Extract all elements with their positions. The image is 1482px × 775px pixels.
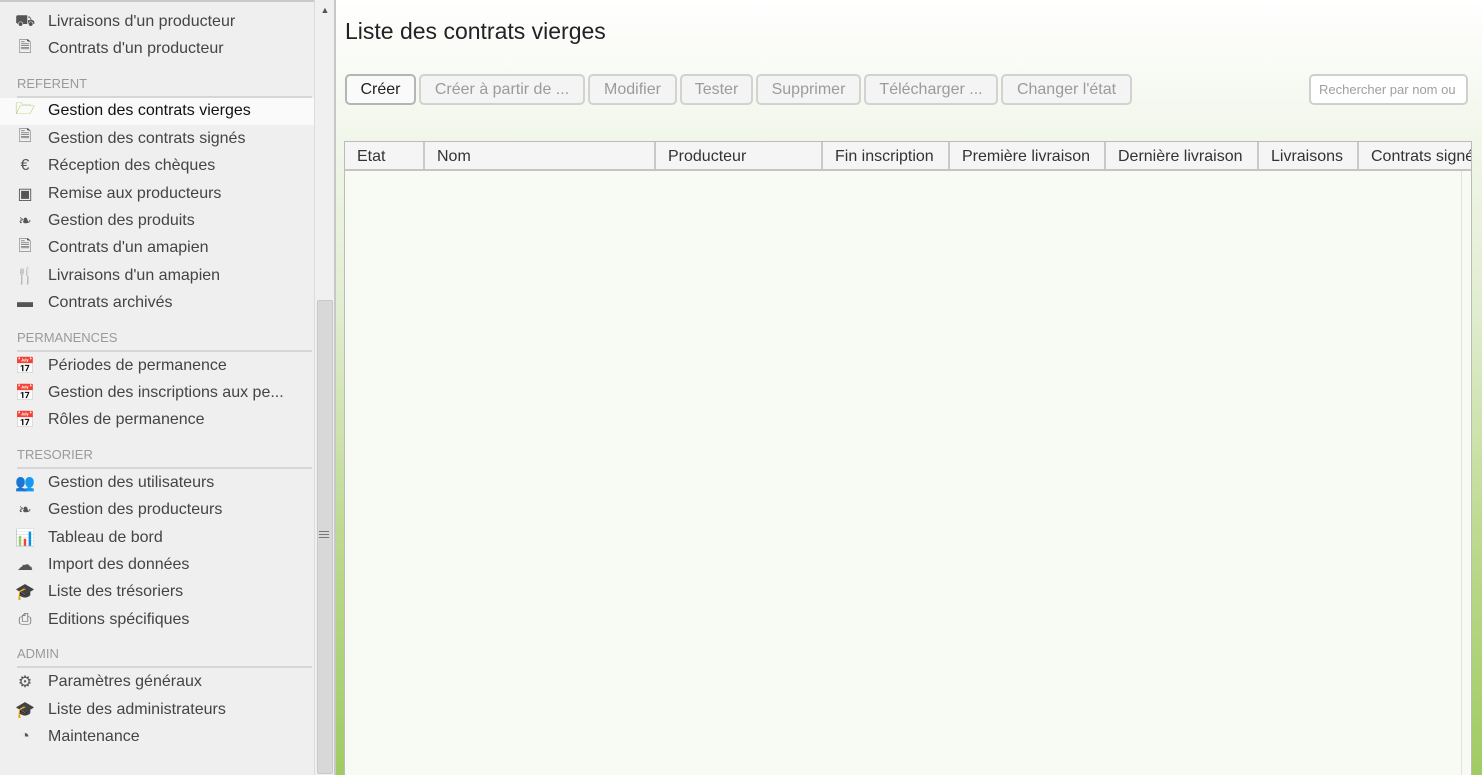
sidebar-item[interactable]: € Réception des chèques xyxy=(0,153,314,180)
sidebar-item[interactable]: ☁ Import des données xyxy=(0,551,314,578)
column-header[interactable]: Fin inscription xyxy=(823,142,950,169)
cloud-download-icon: ☁ xyxy=(17,556,33,574)
users-icon: 👥 xyxy=(15,474,35,492)
column-header[interactable]: Nom xyxy=(425,142,656,169)
sidebar-section-header: PERMANENCES xyxy=(0,317,314,352)
sidebar-item-label: Réception des chèques xyxy=(48,157,216,175)
sidebar-item[interactable]: ▬ Contrats archivés xyxy=(0,290,314,317)
sidebar-item-label: Livraisons d'un producteur xyxy=(48,12,236,30)
graduation-cap-icon: 🎓 xyxy=(15,584,35,602)
sidebar-section-header: TRESORIER xyxy=(0,434,314,470)
sidebar-section-header: REFERENT xyxy=(0,63,314,98)
sidebar-item-label: Périodes de permanence xyxy=(48,356,227,374)
sidebar-item[interactable]: 📅 Périodes de permanence xyxy=(0,352,314,379)
sidebar-item[interactable]: ⎙ Editions spécifiques xyxy=(0,606,314,633)
archive-icon: ▬ xyxy=(17,294,33,312)
sidebar-item[interactable]: ▣ Remise aux producteurs xyxy=(0,180,314,207)
sidebar-item[interactable]: ❧ Gestion des produits xyxy=(0,207,314,234)
sidebar-scrollbar[interactable]: ▲ xyxy=(314,0,334,775)
sidebar-item-label: Editions spécifiques xyxy=(48,610,190,628)
sidebar-item[interactable]: 👥 Gestion des utilisateurs xyxy=(0,469,314,496)
sidebar-item-label: Contrats d'un producteur xyxy=(48,40,224,58)
sidebar-item-label: Livraisons d'un amapien xyxy=(48,266,221,284)
sidebar-item-label: Contrats archivés xyxy=(48,294,173,312)
scroll-up-arrow-icon[interactable]: ▲ xyxy=(318,2,332,18)
column-header[interactable]: Contrats signés xyxy=(1359,142,1471,169)
sidebar-item[interactable]: 🗎 Contrats d'un amapien xyxy=(0,235,314,262)
column-header[interactable]: Producteur xyxy=(656,142,823,169)
calendar-icon: 📅 xyxy=(15,412,35,430)
sidebar-item[interactable]: ⚙ Paramètres généraux xyxy=(0,668,314,695)
sidebar-top-divider xyxy=(0,0,314,2)
sidebar-item[interactable]: 🗎 Gestion des contrats signés xyxy=(0,125,314,152)
sidebar-item-label: Liste des trésoriers xyxy=(48,583,184,601)
sidebar-item[interactable]: 📅 Gestion des inscriptions aux pe... xyxy=(0,379,314,406)
graduation-cap-icon: 🎓 xyxy=(15,701,35,719)
sidebar-item[interactable]: ◔ Maintenance xyxy=(0,723,314,750)
sidebar-item-label: Gestion des contrats signés xyxy=(48,129,246,147)
print-icon: ⎙ xyxy=(18,610,32,628)
document-icon: 🗎 xyxy=(18,38,32,56)
sidebar-item[interactable]: 🗁 Gestion des contrats vierges xyxy=(0,97,314,126)
document-icon: 🗎 xyxy=(18,237,32,255)
euro-icon: € xyxy=(20,157,30,175)
gear-icon: ⚙ xyxy=(17,674,33,692)
create-button[interactable]: Créer xyxy=(345,74,416,105)
sidebar-item-label: Contrats d'un amapien xyxy=(48,239,209,257)
search-input[interactable] xyxy=(1309,74,1468,105)
bar-chart-icon: 📊 xyxy=(15,529,35,547)
leaf-icon: ❧ xyxy=(18,502,32,520)
calendar-icon: 📅 xyxy=(15,357,35,375)
change-state-button[interactable]: Changer l'état xyxy=(1001,74,1132,105)
truck-icon: ⛟ xyxy=(14,12,36,30)
sidebar-item-label: Tableau de bord xyxy=(48,528,163,546)
sidebar-item-label: Remise aux producteurs xyxy=(48,184,222,202)
scrollbar-grip-icon xyxy=(319,531,329,541)
calendar-icon: 📅 xyxy=(15,384,35,402)
sidebar: ⛟ Livraisons d'un producteur 🗎 Contrats d'u… xyxy=(0,0,314,775)
page-title: Liste des contrats vierges xyxy=(345,18,606,44)
contracts-table: Etat Nom Producteur Fin inscription Première… xyxy=(344,141,1472,775)
test-button[interactable]: Tester xyxy=(680,74,753,105)
sidebar-item-label: Paramètres généraux xyxy=(48,673,202,691)
column-header[interactable]: Livraisons xyxy=(1259,142,1359,169)
sidebar-item[interactable]: 🎓 Liste des trésoriers xyxy=(0,579,314,606)
main-panel: Liste des contrats vierges Créer Créer à… xyxy=(336,0,1482,775)
create-from-button[interactable]: Créer à partir de ... xyxy=(419,74,585,105)
leaf-icon: ❧ xyxy=(18,213,32,231)
sidebar-item-label: Liste des administrateurs xyxy=(48,700,226,718)
sidebar-item-label: Import des données xyxy=(48,555,190,573)
sidebar-nav: ⛟ Livraisons d'un producteur 🗎 Contrats d'u… xyxy=(0,8,314,751)
column-header[interactable]: Dernière livraison xyxy=(1106,142,1259,169)
sidebar-section-header: ADMIN xyxy=(0,633,314,669)
sidebar-item[interactable]: 🎓 Liste des administrateurs xyxy=(0,696,314,723)
sidebar-item-label: Gestion des inscriptions aux pe... xyxy=(48,383,284,401)
folder-open-icon: 🗁 xyxy=(15,100,35,118)
cutlery-icon: 🍴 xyxy=(15,267,35,285)
money-icon: ▣ xyxy=(17,185,33,203)
sidebar-item[interactable]: 📅 Rôles de permanence xyxy=(0,407,314,434)
sidebar-item-label: Rôles de permanence xyxy=(48,411,205,429)
sidebar-item-label: Gestion des utilisateurs xyxy=(48,473,215,491)
column-header[interactable]: Etat xyxy=(345,142,425,169)
download-button[interactable]: Télécharger ... xyxy=(864,74,998,105)
table-header: Etat Nom Producteur Fin inscription Première… xyxy=(345,142,1471,171)
modify-button[interactable]: Modifier xyxy=(588,74,677,105)
sidebar-item-label: Gestion des producteurs xyxy=(48,501,223,519)
sidebar-item-label: Gestion des produits xyxy=(48,212,195,230)
sidebar-item[interactable]: ⛟ Livraisons d'un producteur xyxy=(0,8,314,35)
sidebar-item-label: Gestion des contrats vierges xyxy=(48,102,251,120)
table-body xyxy=(345,173,1461,775)
delete-button[interactable]: Supprimer xyxy=(756,74,861,105)
sidebar-item[interactable]: 🗎 Contrats d'un producteur xyxy=(0,35,314,62)
document-icon: 🗎 xyxy=(18,128,32,146)
column-header[interactable]: Première livraison xyxy=(950,142,1106,169)
sidebar-item-label: Maintenance xyxy=(48,727,140,745)
sidebar-item[interactable]: 🍴 Livraisons d'un amapien xyxy=(0,262,314,289)
table-vertical-scrollbar[interactable] xyxy=(1461,171,1471,775)
dashboard-icon: ◔ xyxy=(20,727,30,745)
sidebar-item[interactable]: 📊 Tableau de bord xyxy=(0,524,314,551)
sidebar-item[interactable]: ❧ Gestion des producteurs xyxy=(0,496,314,523)
